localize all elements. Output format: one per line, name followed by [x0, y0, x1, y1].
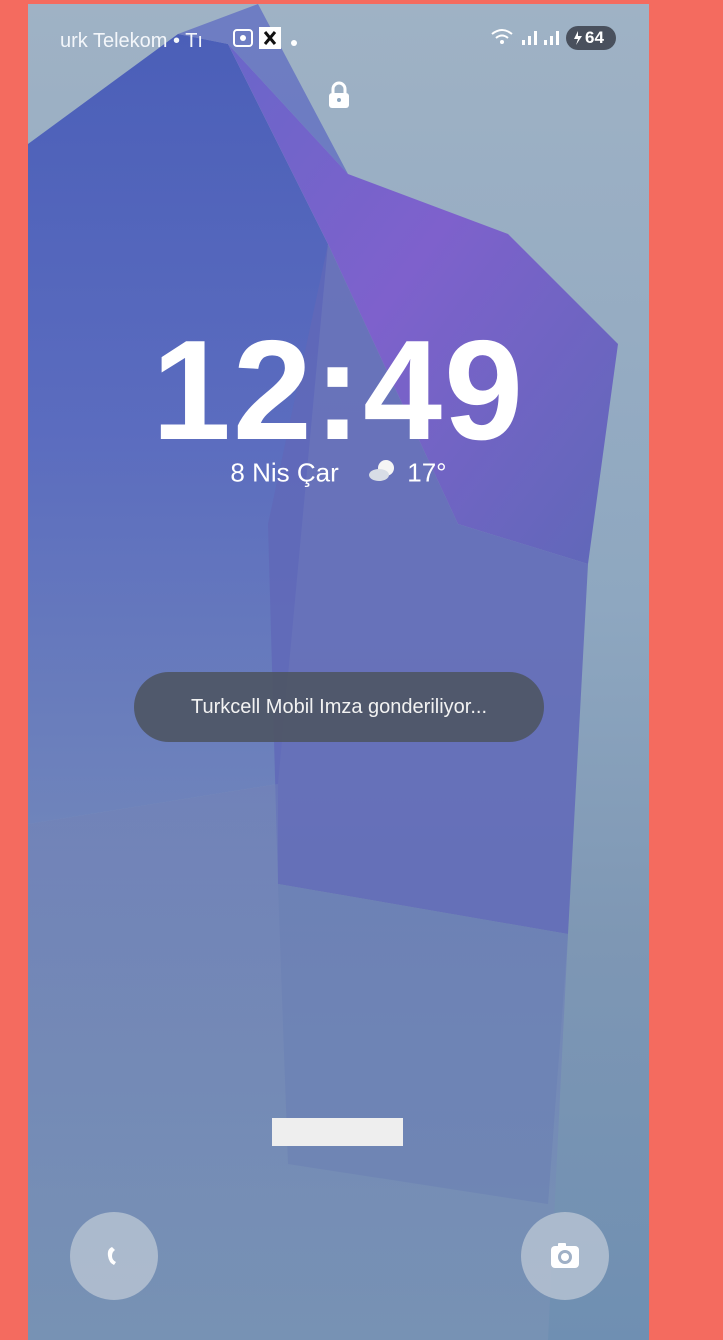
- battery-level: 64: [585, 28, 604, 47]
- toast-message: Turkcell Mobil Imza gonderiliyor...: [134, 672, 544, 742]
- lock-icon: [326, 80, 352, 115]
- wifi-icon: [490, 27, 514, 52]
- status-bar: urk Telekom • Tı 64: [28, 4, 649, 68]
- lockscreen: urk Telekom • Tı 64 12:49 8 Nis Çar 17° …: [28, 4, 649, 1340]
- camera-shortcut-button[interactable]: [521, 1212, 609, 1300]
- home-handle[interactable]: [272, 1118, 403, 1146]
- temperature-text: 17°: [407, 457, 447, 488]
- cloudy-weather-icon: [368, 458, 398, 489]
- screenshot-icon: [232, 27, 254, 54]
- signal-icon: [520, 27, 540, 52]
- clock-time: 12:49: [151, 311, 526, 470]
- notification-dot-icon: [290, 34, 298, 52]
- x-app-icon: [259, 27, 281, 54]
- date-weather-row: 8 Nis Çar 17°: [28, 456, 649, 489]
- phone-shortcut-button[interactable]: [70, 1212, 158, 1300]
- signal-icon: [542, 27, 562, 52]
- date-text: 8 Nis Çar: [230, 457, 339, 488]
- carrier-name: urk Telekom • Tı: [60, 30, 203, 52]
